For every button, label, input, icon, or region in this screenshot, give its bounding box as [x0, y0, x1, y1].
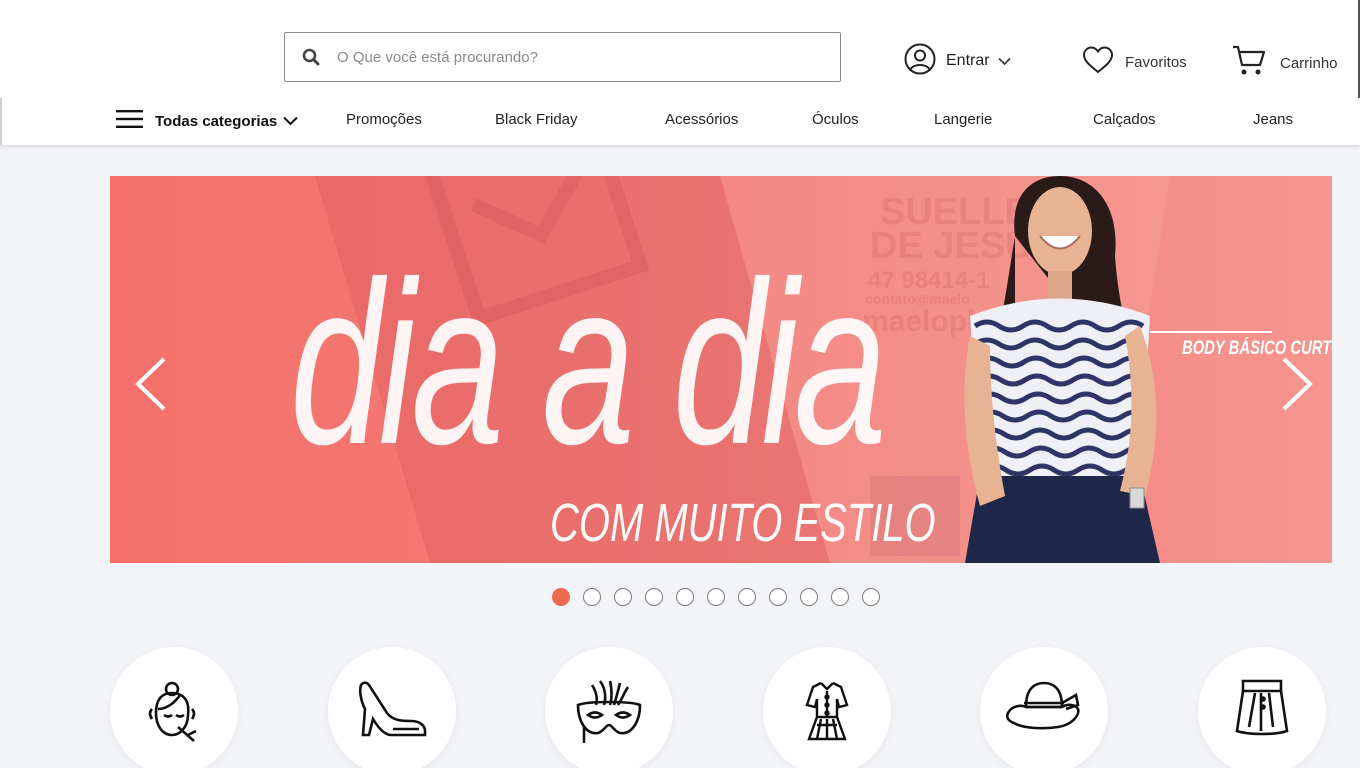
search-bar[interactable] — [284, 32, 841, 82]
login-label: Entrar — [946, 52, 990, 69]
category-makeup[interactable] — [110, 647, 238, 768]
carousel-prev-button[interactable] — [130, 356, 170, 412]
nav-link-promocoes[interactable]: Promoções — [346, 111, 422, 128]
hero-banner[interactable]: SUELLEN DE JESUS 47 98414-1 contato@mael… — [110, 176, 1332, 563]
carousel-next-button[interactable] — [1278, 356, 1318, 412]
product-tag-line — [1150, 331, 1272, 333]
watermark-text: 47 98414-1 — [868, 267, 989, 294]
category-carnival[interactable] — [545, 647, 673, 768]
nav-link-oculos[interactable]: Óculos — [812, 111, 859, 128]
nav-link-langerie[interactable]: Langerie — [934, 111, 992, 128]
search-input[interactable] — [337, 48, 817, 66]
main-nav: Todas categorias Promoções Black Friday … — [0, 108, 1360, 134]
skirt-icon — [1235, 679, 1289, 736]
dress-icon — [805, 681, 849, 741]
carousel-dot[interactable] — [831, 588, 849, 606]
high-heel-shoe-icon — [358, 681, 427, 737]
category-dresses[interactable] — [763, 647, 891, 768]
makeup-face-icon — [148, 681, 197, 742]
favorites-button[interactable]: Favoritos — [1082, 45, 1187, 79]
all-categories-button[interactable]: Todas categorias — [116, 108, 298, 134]
category-skirts[interactable] — [1198, 647, 1326, 768]
carousel-dot[interactable] — [738, 588, 756, 606]
nav-link-jeans[interactable]: Jeans — [1253, 111, 1293, 128]
hat-icon — [1006, 681, 1080, 730]
carousel-dot[interactable] — [800, 588, 818, 606]
carousel-dot[interactable] — [769, 588, 787, 606]
cart-button[interactable]: Carrinho — [1232, 45, 1338, 82]
category-shoes[interactable] — [328, 647, 456, 768]
carousel-dot[interactable] — [862, 588, 880, 606]
carousel-dot[interactable] — [707, 588, 725, 606]
login-button[interactable]: Entrar — [904, 43, 1011, 80]
chevron-down-icon — [283, 116, 298, 126]
cart-icon — [1232, 45, 1266, 82]
carousel-dot[interactable] — [645, 588, 663, 606]
hamburger-menu-icon — [116, 109, 143, 134]
chevron-right-icon — [1282, 357, 1313, 411]
carousel-pagination — [552, 588, 893, 606]
cart-label: Carrinho — [1280, 54, 1338, 72]
site-header: Entrar Favoritos Carrinho Todas categori… — [0, 0, 1360, 145]
banner-headline: dia a dia — [290, 234, 887, 493]
carousel-dot[interactable] — [583, 588, 601, 606]
heart-icon — [1082, 45, 1114, 79]
carousel-dot[interactable] — [552, 588, 570, 606]
banner-subline: COM MUITO ESTILO — [550, 493, 936, 553]
category-hats[interactable] — [980, 647, 1108, 768]
favorites-label: Favoritos — [1125, 53, 1187, 71]
nav-link-calcados[interactable]: Calçados — [1093, 111, 1156, 128]
carousel-dot[interactable] — [614, 588, 632, 606]
chevron-down-icon — [998, 57, 1011, 66]
carousel-dot[interactable] — [676, 588, 694, 606]
all-categories-label: Todas categorias — [155, 112, 278, 130]
user-icon — [904, 43, 936, 80]
nav-link-acessorios[interactable]: Acessórios — [665, 111, 738, 128]
nav-link-black-friday[interactable]: Black Friday — [495, 111, 578, 128]
search-icon[interactable] — [285, 33, 337, 81]
carnival-mask-icon — [576, 680, 642, 743]
chevron-left-icon — [135, 357, 166, 411]
